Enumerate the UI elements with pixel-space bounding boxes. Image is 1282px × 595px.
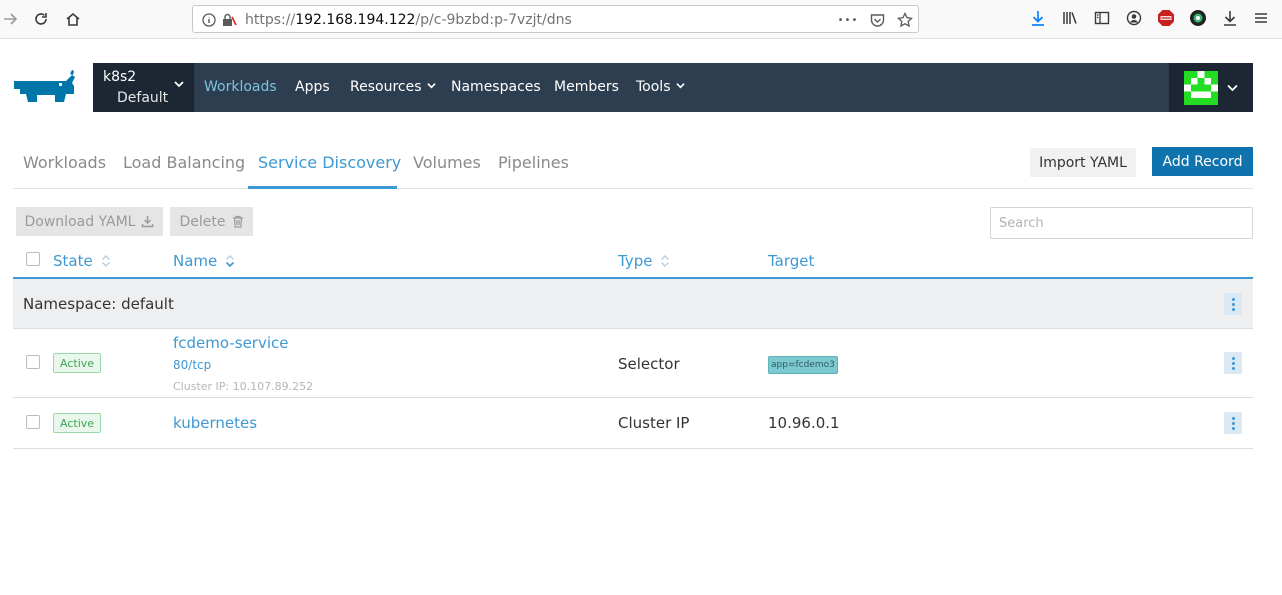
forward-icon[interactable] bbox=[0, 8, 22, 30]
project-name: Default bbox=[117, 90, 169, 106]
nav-tools[interactable]: Tools bbox=[636, 79, 685, 95]
row-divider bbox=[13, 448, 1253, 449]
cluster-name: k8s2 bbox=[103, 69, 137, 85]
tab-divider bbox=[13, 188, 1253, 189]
download-yaml-button[interactable]: Download YAML bbox=[16, 207, 163, 236]
nav-apps[interactable]: Apps bbox=[295, 79, 330, 95]
extension-download-icon[interactable] bbox=[1221, 9, 1239, 27]
chevron-down-icon bbox=[426, 83, 436, 89]
namespace-group-row: Namespace: default bbox=[13, 279, 1253, 329]
tab-workloads[interactable]: Workloads bbox=[23, 153, 106, 172]
column-state[interactable]: State bbox=[53, 252, 111, 270]
nav-resources-label: Resources bbox=[350, 79, 422, 95]
group-actions-kebab-icon[interactable] bbox=[1224, 293, 1242, 315]
trash-icon bbox=[232, 215, 243, 228]
delete-button[interactable]: Delete bbox=[170, 207, 253, 236]
row-checkbox[interactable] bbox=[26, 415, 40, 429]
reload-icon[interactable] bbox=[30, 8, 52, 30]
cluster-selector[interactable]: k8s2 Default bbox=[93, 63, 194, 112]
port-link[interactable]: 80/tcp bbox=[173, 358, 211, 372]
row-actions-kebab-icon[interactable] bbox=[1224, 412, 1242, 434]
row-actions-kebab-icon[interactable] bbox=[1224, 352, 1242, 374]
url-text: https://192.168.194.122/p/c-9bzbd:p-7vzj… bbox=[245, 12, 572, 28]
tab-pipelines[interactable]: Pipelines bbox=[498, 153, 569, 172]
record-type: Cluster IP bbox=[618, 414, 690, 432]
namespace-group-label: Namespace: default bbox=[23, 295, 174, 313]
status-badge: Active bbox=[53, 353, 102, 373]
menu-icon[interactable] bbox=[1252, 9, 1270, 27]
add-record-button[interactable]: Add Record bbox=[1152, 147, 1253, 176]
tab-load-balancing[interactable]: Load Balancing bbox=[123, 153, 245, 172]
chevron-down-icon bbox=[675, 83, 685, 89]
browser-toolbar: https://192.168.194.122/p/c-9bzbd:p-7vzj… bbox=[0, 0, 1282, 39]
pocket-icon[interactable] bbox=[868, 11, 886, 29]
nav-resources[interactable]: Resources bbox=[350, 79, 436, 95]
download-yaml-label: Download YAML bbox=[24, 213, 136, 230]
avatar bbox=[1184, 71, 1218, 105]
bookmark-star-icon[interactable] bbox=[896, 11, 914, 29]
search-input[interactable] bbox=[990, 207, 1253, 239]
library-icon[interactable] bbox=[1061, 9, 1079, 27]
column-type-label: Type bbox=[618, 252, 653, 270]
selector-tag: app=fcdemo3 bbox=[768, 356, 838, 374]
app-header: k8s2 Default Workloads Apps Resources Na… bbox=[93, 63, 1253, 112]
select-all-checkbox[interactable] bbox=[26, 252, 40, 266]
insecure-lock-icon[interactable] bbox=[220, 11, 238, 29]
user-menu[interactable] bbox=[1169, 63, 1253, 112]
sort-icon bbox=[226, 255, 235, 268]
url-host: 192.168.194.122 bbox=[295, 12, 416, 28]
delete-label: Delete bbox=[179, 213, 226, 230]
chevron-down-icon bbox=[174, 81, 184, 88]
active-tab-indicator bbox=[248, 186, 397, 189]
url-scheme: https:// bbox=[245, 12, 296, 28]
chevron-down-icon bbox=[1227, 84, 1238, 92]
column-name-label: Name bbox=[173, 252, 218, 270]
download-icon[interactable] bbox=[1029, 9, 1047, 27]
nav-members[interactable]: Members bbox=[554, 79, 619, 95]
sort-icon bbox=[101, 255, 110, 267]
tab-volumes[interactable]: Volumes bbox=[413, 153, 481, 172]
download-icon bbox=[142, 216, 154, 228]
record-name-link[interactable]: fcdemo-service bbox=[173, 334, 289, 352]
nav-namespaces[interactable]: Namespaces bbox=[451, 79, 541, 95]
extension-icon[interactable] bbox=[1189, 9, 1207, 27]
info-icon[interactable] bbox=[200, 11, 218, 29]
column-state-label: State bbox=[53, 252, 93, 270]
column-name[interactable]: Name bbox=[173, 252, 235, 270]
url-path: /p/c-9bzbd:p-7vzjt/dns bbox=[415, 12, 572, 28]
column-type[interactable]: Type bbox=[618, 252, 670, 270]
nav-workloads[interactable]: Workloads bbox=[204, 79, 277, 95]
record-name-link[interactable]: kubernetes bbox=[173, 414, 257, 432]
home-icon[interactable] bbox=[62, 8, 84, 30]
record-type: Selector bbox=[618, 355, 680, 373]
page-actions-icon[interactable]: ••• bbox=[838, 11, 858, 29]
adblock-icon[interactable] bbox=[1157, 9, 1175, 27]
sort-icon bbox=[661, 255, 670, 267]
rancher-logo-icon[interactable] bbox=[12, 68, 82, 108]
account-icon[interactable] bbox=[1125, 9, 1143, 27]
column-target[interactable]: Target bbox=[768, 252, 814, 270]
cluster-ip-text: Cluster IP: 10.107.89.252 bbox=[173, 380, 314, 393]
import-yaml-button[interactable]: Import YAML bbox=[1030, 148, 1136, 177]
sidebar-icon[interactable] bbox=[1093, 9, 1111, 27]
url-bar[interactable]: https://192.168.194.122/p/c-9bzbd:p-7vzj… bbox=[192, 5, 919, 33]
record-target: 10.96.0.1 bbox=[768, 414, 840, 432]
row-checkbox[interactable] bbox=[26, 355, 40, 369]
row-divider bbox=[13, 397, 1253, 398]
status-badge: Active bbox=[53, 413, 102, 433]
tab-service-discovery[interactable]: Service Discovery bbox=[258, 153, 401, 172]
nav-tools-label: Tools bbox=[636, 79, 671, 95]
